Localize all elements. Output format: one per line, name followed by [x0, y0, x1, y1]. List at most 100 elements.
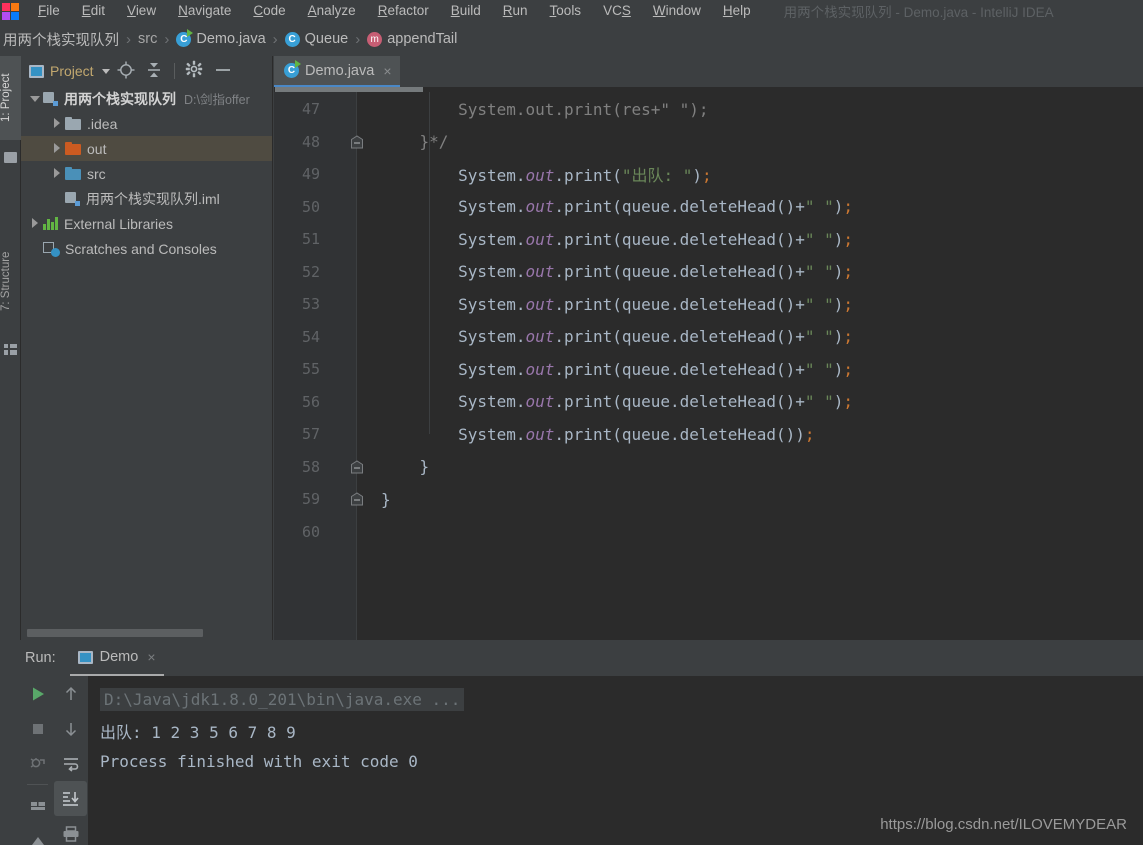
breadcrumb-label: appendTail: [387, 31, 458, 47]
tree-item-3[interactable]: src: [21, 161, 272, 186]
code-line-52[interactable]: 52 System.out.print(queue.deleteHead()+"…: [274, 256, 1143, 289]
gear-icon[interactable]: [185, 60, 207, 82]
pin-icon[interactable]: [21, 823, 54, 845]
folder-blue-icon: [65, 167, 81, 180]
breadcrumb-separator: ›: [272, 30, 278, 48]
run-panel-header: Run: Demo ×: [0, 640, 1143, 676]
layout-icon[interactable]: [21, 788, 54, 823]
line-number: 49: [301, 165, 320, 184]
tree-arrow-closed-icon[interactable]: [49, 168, 65, 180]
line-number: 56: [301, 392, 320, 411]
tree-item-5[interactable]: External Libraries: [21, 211, 272, 236]
stop-icon[interactable]: [21, 711, 54, 746]
menu-item-analyze[interactable]: Analyze: [297, 0, 367, 22]
code-lines: 47 System.out.print(res+" "); 48 }*/49 Sy…: [274, 92, 1143, 548]
menu-item-code[interactable]: Code: [242, 0, 296, 22]
menu-item-build[interactable]: Build: [440, 0, 492, 22]
sidebar-tab-structure[interactable]: 7: Structure: [0, 231, 21, 331]
menu-item-vcs[interactable]: VCS: [592, 0, 642, 22]
tree-item-2[interactable]: out: [21, 136, 272, 161]
code-line-53[interactable]: 53 System.out.print(queue.deleteHead()+"…: [274, 288, 1143, 321]
code-text: System.out.print(queue.deleteHead()+" ")…: [381, 197, 854, 217]
tree-arrow-closed-icon[interactable]: [49, 143, 65, 155]
scroll-to-end-icon[interactable]: [54, 781, 87, 816]
breadcrumb-label: 用两个栈实现队列: [3, 32, 119, 49]
menu-item-file[interactable]: File: [27, 0, 71, 22]
tree-arrow-open-icon[interactable]: [27, 94, 43, 104]
menu-item-help[interactable]: Help: [712, 0, 762, 22]
code-line-48[interactable]: 48 }*/: [274, 126, 1143, 159]
menu-item-refactor[interactable]: Refactor: [367, 0, 440, 22]
soft-wrap-icon[interactable]: [54, 746, 87, 781]
sidebar-tab-project[interactable]: 1: Project: [0, 56, 21, 140]
code-text: System.out.print(queue.deleteHead()+" ")…: [381, 294, 854, 314]
code-line-56[interactable]: 56 System.out.print(queue.deleteHead()+"…: [274, 386, 1143, 419]
locate-icon[interactable]: [116, 60, 138, 82]
code-line-59[interactable]: 59}: [274, 483, 1143, 516]
menu-item-run[interactable]: Run: [492, 0, 539, 22]
fold-marker-icon[interactable]: [350, 460, 364, 474]
line-number: 52: [301, 262, 320, 281]
console-output[interactable]: D:\Java\jdk1.8.0_201\bin\java.exe ... 出队:…: [88, 676, 1143, 845]
menu-item-view[interactable]: View: [116, 0, 167, 22]
line-number: 48: [301, 132, 320, 151]
breadcrumb-item-0[interactable]: 用两个栈实现队列: [3, 29, 119, 50]
minimize-icon[interactable]: [213, 60, 235, 82]
method-icon: [367, 31, 383, 47]
collapse-all-icon[interactable]: [144, 60, 166, 82]
tree-item-label: External Libraries: [64, 215, 173, 232]
code-line-57[interactable]: 57 System.out.print(queue.deleteHead());: [274, 418, 1143, 451]
code-line-60[interactable]: 60: [274, 516, 1143, 549]
tree-arrow-closed-icon[interactable]: [49, 118, 65, 130]
code-line-49[interactable]: 49 System.out.print("出队: ");: [274, 158, 1143, 191]
code-line-55[interactable]: 55 System.out.print(queue.deleteHead()+"…: [274, 353, 1143, 386]
sidebar-tab-structure-label: 7: Structure: [0, 251, 12, 311]
close-icon[interactable]: ×: [147, 649, 155, 665]
breadcrumb-item-2[interactable]: Demo.java: [176, 28, 266, 47]
fold-marker-icon[interactable]: [350, 492, 364, 506]
scroll-down-icon[interactable]: [54, 711, 87, 746]
java-class-runnable-icon: [176, 28, 194, 47]
rerun-failed-tests-icon[interactable]: [21, 746, 54, 781]
project-horizontal-scrollbar[interactable]: [21, 626, 272, 640]
close-icon[interactable]: ×: [383, 63, 391, 79]
menu-item-tools[interactable]: Tools: [539, 0, 593, 22]
breadcrumb-item-3[interactable]: Queue: [284, 31, 349, 47]
project-strip-icon: [4, 152, 17, 163]
run-tab-demo[interactable]: Demo ×: [69, 640, 164, 676]
code-line-51[interactable]: 51 System.out.print(queue.deleteHead()+"…: [274, 223, 1143, 256]
tab-demo-java[interactable]: Demo.java ×: [274, 56, 400, 87]
tree-item-4[interactable]: 用两个栈实现队列.iml: [21, 186, 272, 211]
breadcrumb-item-1[interactable]: src: [138, 31, 157, 47]
menu-item-edit[interactable]: Edit: [71, 0, 116, 22]
code-line-58[interactable]: 58 }: [274, 451, 1143, 484]
code-line-50[interactable]: 50 System.out.print(queue.deleteHead()+"…: [274, 191, 1143, 224]
code-line-47[interactable]: 47 System.out.print(res+" ");: [274, 93, 1143, 126]
chevron-down-icon[interactable]: [101, 68, 110, 74]
code-line-54[interactable]: 54 System.out.print(queue.deleteHead()+"…: [274, 321, 1143, 354]
breadcrumb: 用两个栈实现队列 › src › Demo.java › Queue › appendTail: [0, 22, 1143, 56]
run-icon[interactable]: [21, 676, 54, 711]
breadcrumb-separator: ›: [355, 30, 361, 48]
tree-item-label: src: [87, 165, 106, 182]
scrollbar-thumb[interactable]: [27, 629, 203, 637]
menu-item-window[interactable]: Window: [642, 0, 712, 22]
line-number: 60: [301, 522, 320, 541]
tree-item-0[interactable]: 用两个栈实现队列 D:\剑指offer: [21, 86, 272, 111]
tree-item-6[interactable]: Scratches and Consoles: [21, 236, 272, 261]
project-panel-title: Project: [50, 63, 94, 79]
fold-marker-icon[interactable]: [350, 135, 364, 149]
tree-item-1[interactable]: .idea: [21, 111, 272, 136]
breadcrumb-label: Queue: [304, 31, 349, 47]
menu-item-navigate[interactable]: Navigate: [167, 0, 242, 22]
console-line-2: Process finished with exit code 0: [100, 746, 1143, 777]
project-tree[interactable]: 用两个栈实现队列 D:\剑指offer .idea out src 用两个栈实现队列.im…: [21, 86, 272, 626]
sidebar-tab-project-label: 1: Project: [0, 73, 12, 123]
print-icon[interactable]: [54, 816, 87, 845]
code-view[interactable]: 47 System.out.print(res+" "); 48 }*/49 Sy…: [274, 92, 1143, 640]
project-tool-window: Project 用两个栈实现队列 D:\剑指offer .idea out sr…: [21, 56, 273, 640]
toolbar-divider: [27, 784, 48, 785]
tree-arrow-closed-icon[interactable]: [27, 218, 43, 230]
scroll-up-icon[interactable]: [54, 676, 87, 711]
breadcrumb-item-4[interactable]: appendTail: [367, 31, 457, 47]
